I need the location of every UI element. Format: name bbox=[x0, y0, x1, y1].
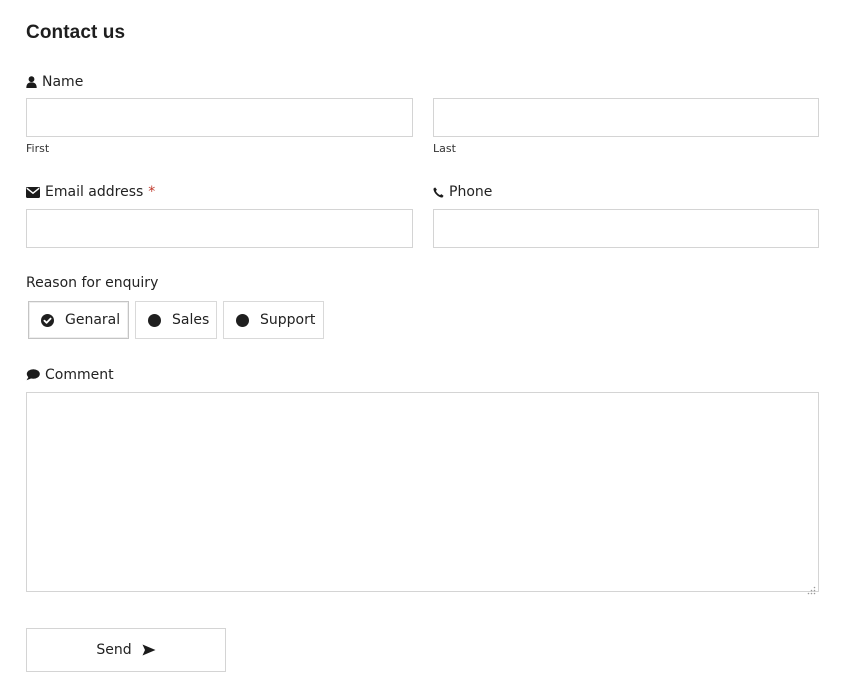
email-field[interactable] bbox=[26, 209, 413, 248]
name-label: Name bbox=[26, 74, 83, 90]
email-label-text: Email address bbox=[45, 184, 144, 200]
last-name-sublabel: Last bbox=[433, 142, 456, 155]
phone-field[interactable] bbox=[433, 209, 819, 248]
phone-icon bbox=[433, 186, 444, 198]
first-name-input[interactable] bbox=[26, 98, 413, 137]
user-icon bbox=[26, 76, 37, 88]
envelope-icon bbox=[26, 186, 40, 198]
reason-option-label: Genaral bbox=[65, 312, 121, 328]
reason-option-label: Sales bbox=[172, 312, 210, 328]
comment-label: Comment bbox=[26, 367, 114, 383]
required-indicator: * bbox=[148, 184, 156, 200]
name-label-text: Name bbox=[42, 74, 84, 90]
email-label: Email address * bbox=[26, 184, 155, 200]
send-button[interactable]: Send bbox=[26, 628, 226, 672]
reason-option-support[interactable]: Support bbox=[223, 301, 324, 339]
reason-label: Reason for enquiry bbox=[26, 275, 159, 291]
comment-icon bbox=[26, 369, 40, 381]
phone-label: Phone bbox=[433, 184, 492, 200]
comment-textarea[interactable] bbox=[26, 392, 819, 592]
comment-label-text: Comment bbox=[45, 367, 114, 383]
check-circle-icon bbox=[41, 313, 54, 327]
first-name-sublabel: First bbox=[26, 142, 50, 155]
send-button-label: Send bbox=[96, 642, 132, 658]
reason-option-label: Support bbox=[260, 312, 316, 328]
send-arrow-icon bbox=[142, 644, 156, 656]
page-title: Contact us bbox=[26, 22, 126, 43]
radio-dot-icon bbox=[148, 313, 161, 327]
radio-dot-icon bbox=[236, 313, 249, 327]
phone-label-text: Phone bbox=[449, 184, 493, 200]
resize-grip-icon[interactable] bbox=[807, 580, 816, 595]
reason-option-sales[interactable]: Sales bbox=[135, 301, 217, 339]
reason-option-general[interactable]: Genaral bbox=[28, 301, 129, 339]
last-name-input[interactable] bbox=[433, 98, 819, 137]
